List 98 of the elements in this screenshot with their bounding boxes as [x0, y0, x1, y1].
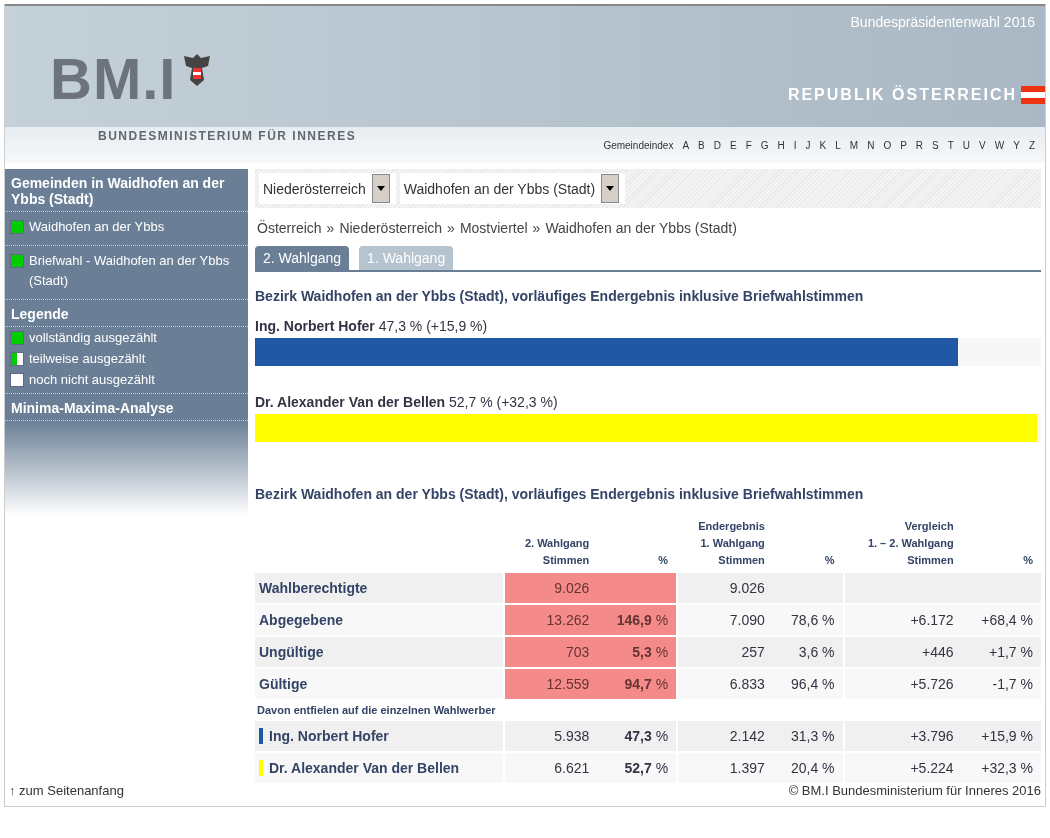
flag-icon	[1021, 85, 1045, 104]
table-cell: 9.026	[676, 571, 773, 603]
letter-link[interactable]: F	[745, 139, 752, 151]
table-cell: +32,3 %	[961, 751, 1041, 783]
letter-link[interactable]: Y	[1013, 139, 1020, 151]
column-header: %	[823, 553, 836, 568]
letter-link[interactable]: L	[835, 139, 841, 151]
letter-link[interactable]: R	[915, 139, 924, 151]
letter-link[interactable]: A	[682, 139, 690, 151]
table-cell: 31,3 %	[772, 719, 843, 751]
column-header: 2. Wahlgang Stimmen	[523, 536, 591, 568]
table-cell: 12.559	[503, 667, 598, 699]
breadcrumb-link[interactable]: Mostviertel	[459, 220, 528, 236]
table-title: Bezirk Waidhofen an der Ybbs (Stadt), vorläufiges Endergebnis inklusive Briefwahlstimmen	[255, 486, 865, 502]
legend-label: teilweise ausgezählt	[29, 351, 146, 366]
table-cell: 6.621	[503, 751, 598, 783]
region-dropdown[interactable]: Niederösterreich	[259, 173, 396, 204]
table-cell: 78,6 %	[772, 603, 843, 635]
letter-link[interactable]: T	[947, 139, 954, 151]
table-cell: 47,3 %	[597, 719, 677, 751]
index-label: Gemeindeindex	[603, 139, 674, 151]
letter-link[interactable]: N	[867, 139, 875, 151]
republic-title: REPUBLIK ÖSTERREICH	[787, 85, 1017, 104]
table-cell: 5,3 %	[597, 635, 677, 667]
table-cell: -1,7 %	[961, 667, 1041, 699]
table-cell: +5.726	[842, 667, 962, 699]
row-label: Wahlberechtigte	[255, 571, 504, 603]
legend-label: noch nicht ausgezählt	[29, 372, 155, 387]
letter-link[interactable]: S	[932, 139, 939, 151]
letter-link[interactable]: G	[760, 139, 769, 151]
breadcrumb-separator: »	[326, 220, 335, 236]
column-header: %	[1022, 553, 1034, 568]
results-title: Bezirk Waidhofen an der Ybbs (Stadt), vorläufiges Endergebnis inklusive Briefwahlstimmen	[255, 288, 865, 304]
letter-link[interactable]: M	[849, 139, 859, 151]
letter-link[interactable]: P	[900, 139, 907, 151]
sidebar-title: Gemeinden in Waidhofen an der Ybbs (Stadt)	[5, 169, 248, 212]
table-cell: 94,7 %	[597, 667, 677, 699]
letter-link[interactable]: J	[805, 139, 811, 151]
municipality-link[interactable]: Briefwahl - Waidhofen an der Ybbs (Stadt)	[29, 251, 243, 291]
letter-link[interactable]: K	[819, 139, 827, 151]
ministry-name: BUNDESMINISTERIUM FÜR INNERES	[98, 129, 357, 143]
letter-link[interactable]: I	[793, 139, 797, 151]
breadcrumb-link[interactable]: Waidhofen an der Ybbs (Stadt)	[545, 220, 737, 236]
table-cell: 703	[503, 635, 598, 667]
municipality-link[interactable]: Waidhofen an der Ybbs	[29, 217, 165, 237]
row-label: Gültige	[255, 667, 504, 699]
table-cell: 13.262	[503, 603, 598, 635]
table-cell: 6.833	[676, 667, 773, 699]
table-cell: 257	[676, 635, 773, 667]
table-cell: 2.142	[676, 719, 773, 751]
letter-link[interactable]: O	[883, 139, 892, 151]
legend-label: vollständig ausgezählt	[29, 330, 157, 345]
legend-title: Legende	[5, 300, 248, 327]
logo-text: BM.I	[50, 49, 177, 108]
letter-link[interactable]: Z	[1028, 139, 1035, 151]
column-header: Endergebnis 1. Wahlgang Stimmen	[697, 519, 766, 568]
letter-link[interactable]: H	[777, 139, 785, 151]
table-cell: 20,4 %	[772, 751, 843, 783]
table-cell: 52,7 %	[597, 751, 677, 783]
row-label: Dr. Alexander Van der Bellen	[269, 760, 460, 776]
region-dropdown[interactable]: Waidhofen an der Ybbs (Stadt)	[399, 173, 626, 204]
column-header: Vergleich 1. – 2. Wahlgang Stimmen	[866, 519, 955, 568]
table-cell: 7.090	[676, 603, 773, 635]
table-cell: 1.397	[676, 751, 773, 783]
table-cell: +6.172	[842, 603, 962, 635]
election-title: Bundespräsidentenwahl 2016	[850, 14, 1035, 30]
breadcrumb-separator: »	[532, 220, 541, 236]
back-to-top-link[interactable]: ↑ zum Seitenanfang	[9, 783, 124, 798]
candidate-result: Dr. Alexander Van der Bellen 52,7 % (+32,3 %)	[255, 394, 558, 410]
row-label: Ungültige	[255, 635, 504, 667]
letter-link[interactable]: D	[713, 139, 721, 151]
copyright-text: © BM.I Bundesministerium für Inneres 2016	[788, 783, 1041, 798]
letter-link[interactable]: U	[962, 139, 971, 151]
table-cell: +68,4 %	[961, 603, 1041, 635]
round-tab[interactable]: 2. Wahlgang	[255, 246, 350, 270]
table-cell: +15,9 %	[961, 719, 1041, 751]
table-cell: 5.938	[503, 719, 598, 751]
table-cell: +3.796	[842, 719, 962, 751]
breadcrumb-separator: »	[447, 220, 455, 236]
table-cell: 146,9 %	[597, 603, 677, 635]
row-label: Abgegebene	[255, 603, 504, 635]
table-cell: 96,4 %	[772, 667, 843, 699]
table-cell: +5.224	[842, 751, 962, 783]
breadcrumb-link[interactable]: Niederösterreich	[339, 220, 443, 236]
letter-link[interactable]: B	[698, 139, 705, 151]
breadcrumb-link[interactable]: Österreich	[257, 220, 322, 236]
candidate-result: Ing. Norbert Hofer 47,3 % (+15,9 %)	[255, 318, 488, 334]
table-cell: +1,7 %	[961, 635, 1041, 667]
row-label: Ing. Norbert Hofer	[269, 728, 389, 744]
letter-link[interactable]: W	[994, 139, 1005, 151]
caret-icon	[376, 186, 385, 191]
letter-link[interactable]: E	[730, 139, 737, 151]
caret-icon	[606, 186, 615, 191]
table-cell: 3,6 %	[772, 635, 843, 667]
column-header: %	[657, 553, 670, 568]
table-cell: 9.026	[503, 571, 598, 603]
table-cell: +446	[842, 635, 962, 667]
letter-link[interactable]: V	[979, 139, 986, 151]
